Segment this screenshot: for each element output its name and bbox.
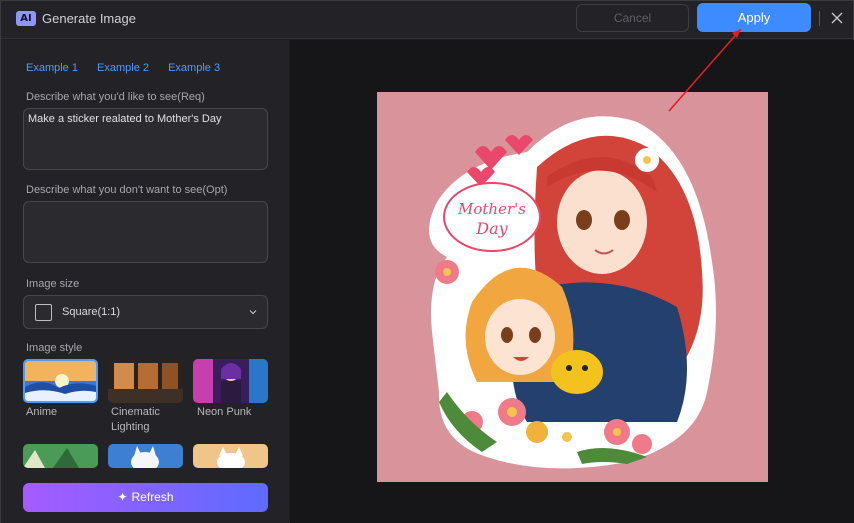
generated-image-canvas: Mother's Day [377,92,768,482]
chevron-down-icon [249,310,257,315]
generate-image-dialog: AI Generate Image Cancel Apply Example 1… [0,0,854,523]
negative-prompt-label: Describe what you don't want to see(Opt) [26,184,228,196]
style-cinematic-label: Cinematic Lighting [111,405,160,435]
style-anime-thumb[interactable] [23,359,98,403]
style-thumb-5[interactable] [108,444,183,468]
example-3-link[interactable]: Example 3 [168,62,220,74]
negative-prompt-textarea[interactable] [23,201,268,263]
annotation-arrow [668,28,742,112]
style-cinematic-thumb[interactable] [108,359,183,403]
image-size-value: Square(1:1) [62,306,121,318]
sticker-text-day: Day [475,219,508,238]
settings-panel: Example 1 Example 2 Example 3 Describe w… [1,40,289,523]
style-5-preview-image [108,444,183,468]
square-ratio-icon [35,304,52,321]
sticker-text-mothers: Mother's [457,200,526,218]
style-neon-punk-thumb[interactable] [193,359,268,403]
style-neon-punk-label: Neon Punk [197,406,252,418]
style-thumb-4[interactable] [23,444,98,468]
style-thumb-6[interactable] [193,444,268,468]
dialog-title: Generate Image [42,11,136,26]
refresh-label: Refresh [131,490,174,504]
prompt-textarea[interactable]: Make a sticker realated to Mother's Day [23,108,268,170]
neon-punk-preview-image [193,359,268,403]
image-size-select[interactable]: Square(1:1) [23,295,268,329]
cinematic-preview-image [108,359,183,403]
style-6-preview-image [193,444,268,468]
style-cinematic-label-line1: Cinematic [111,406,160,418]
image-size-label: Image size [26,278,80,290]
sparkle-icon: ✦ [117,490,128,504]
example-2-link[interactable]: Example 2 [97,62,149,74]
preview-panel: Mother's Day [290,40,854,523]
style-anime-label: Anime [26,406,58,418]
mothers-day-sticker-image: Mother's Day [429,116,716,469]
examples-row: Example 1 Example 2 Example 3 [26,62,236,74]
anime-preview-image [25,361,96,401]
style-cinematic-label-line2: Lighting [111,421,150,433]
ai-badge: AI [16,11,36,26]
example-1-link[interactable]: Example 1 [26,62,78,74]
close-icon[interactable] [830,11,844,25]
style-4-preview-image [23,444,98,468]
image-style-label: Image style [26,342,83,354]
title-separator [819,11,820,26]
refresh-button[interactable]: ✦ Refresh [23,483,268,512]
prompt-label: Describe what you'd like to see(Req) [26,91,205,103]
